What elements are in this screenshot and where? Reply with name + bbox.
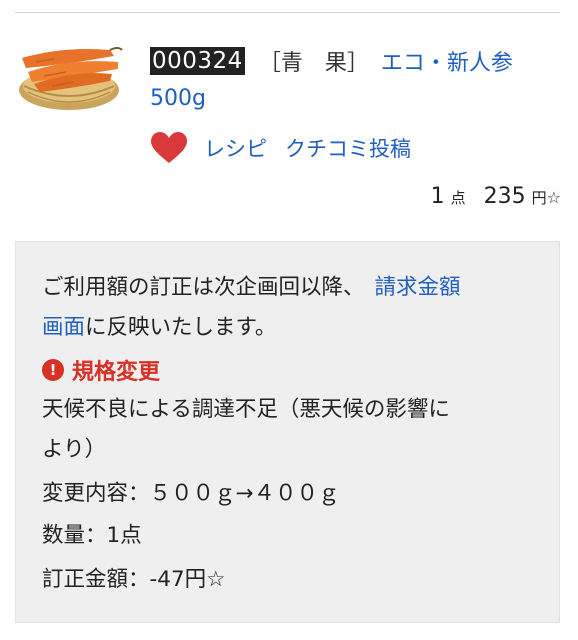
notice-line-2: 画面に反映いたします。 — [42, 308, 276, 348]
item-price-unit: 円 — [531, 189, 547, 207]
notice-line-2-text: に反映いたします。 — [85, 315, 277, 340]
product-size-link[interactable]: 500g — [150, 86, 206, 111]
quantity-detail: 数量：1点 — [42, 523, 142, 548]
change-reason-line-2: より） — [42, 437, 107, 462]
item-actions: レシピ クチコミ投稿 — [150, 128, 411, 168]
review-post-link[interactable]: クチコミ投稿 — [285, 133, 411, 163]
correction-amount: 訂正金額：-47円☆ — [42, 567, 226, 592]
change-detail: 変更内容：５００ｇ→４００ｇ — [42, 481, 340, 506]
spec-change-alert: ! 規格変更 — [42, 350, 160, 390]
heart-icon[interactable] — [150, 131, 188, 165]
billing-amount-link[interactable]: 請求金額 — [375, 275, 461, 300]
item-category: ［青 果］ — [258, 51, 369, 76]
price-star-mark: ☆ — [546, 188, 561, 207]
product-image[interactable] — [14, 28, 124, 114]
item-price: 235 — [483, 184, 526, 209]
product-name-link[interactable]: エコ・新人参 — [381, 45, 513, 77]
correction-notice: ご利用額の訂正は次企画回以降、 請求金額 画面に反映いたします。 ! 規格変更 天… — [15, 241, 560, 623]
alert-icon: ! — [42, 359, 64, 381]
alert-title: 規格変更 — [72, 360, 161, 385]
item-code: 000324 — [150, 47, 245, 75]
item-price-row: 1 点 235 円 ☆ — [431, 184, 561, 214]
item-quantity-unit: 点 — [450, 189, 466, 207]
notice-line-1: ご利用額の訂正は次企画回以降、 請求金額 — [42, 268, 461, 308]
product-title-line: 000324 ［青 果］ エコ・新人参 — [150, 46, 513, 76]
change-reason-line-1: 天候不良による調達不足（悪天候の影響に — [42, 397, 450, 422]
billing-screen-link[interactable]: 画面 — [42, 315, 85, 340]
recipe-link[interactable]: レシピ — [204, 133, 267, 163]
item-quantity: 1 — [430, 184, 445, 209]
notice-line-1-text: ご利用額の訂正は次企画回以降、 — [42, 275, 365, 300]
